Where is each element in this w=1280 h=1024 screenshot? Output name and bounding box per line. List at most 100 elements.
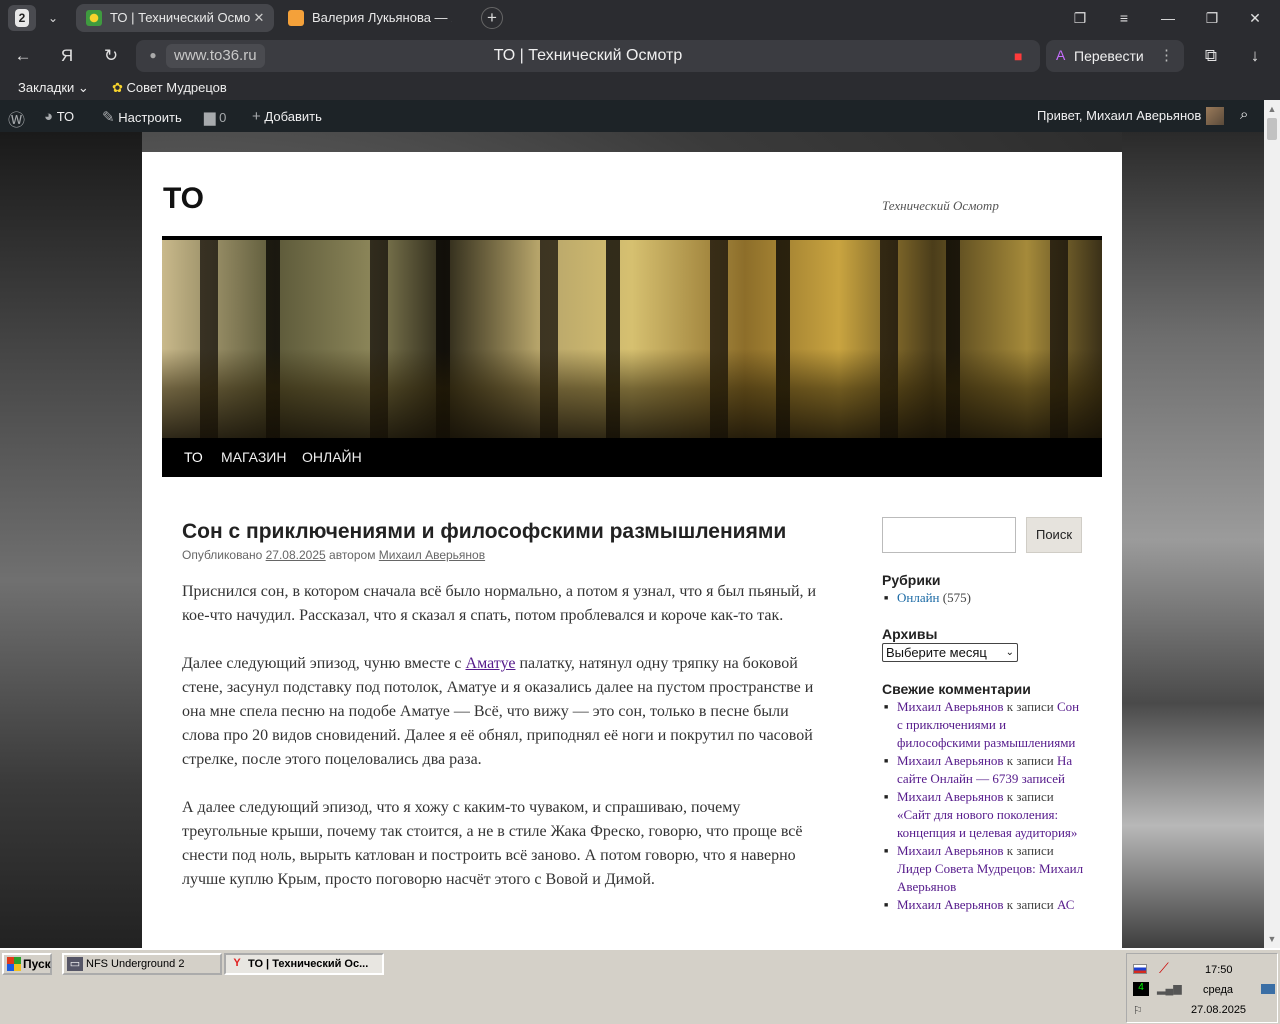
- network-signal-icon[interactable]: ▂▄▆: [1157, 982, 1182, 995]
- restore-icon[interactable]: ❐: [1200, 8, 1224, 28]
- comment-author-link[interactable]: Михаил Аверьянов: [897, 897, 1004, 912]
- back-arrow-icon[interactable]: ←: [10, 44, 36, 68]
- brush-icon: ✎: [102, 109, 115, 126]
- translate-icon: A: [1056, 47, 1066, 63]
- comment-post-link[interactable]: «Сайт для нового поколения: концепция и …: [897, 807, 1077, 840]
- show-desktop-icon[interactable]: [1261, 984, 1275, 994]
- task-label: NFS Underground 2: [86, 958, 185, 970]
- list-item: Михаил Аверьянов к записи Лидер Совета М…: [882, 842, 1084, 896]
- tab-inactive[interactable]: Валерия Лукьянова — Я: [278, 4, 474, 32]
- meta-prefix: Опубликовано: [182, 548, 263, 562]
- scroll-up-icon[interactable]: ▲: [1264, 102, 1280, 116]
- admin-site-link[interactable]: ◕ ТО: [44, 108, 74, 125]
- add-new-link[interactable]: + Добавить: [252, 108, 322, 125]
- start-button[interactable]: Пуск: [2, 953, 52, 975]
- bookmarks-bar: Закладки ⌄ ✿ Совет Мудрецов: [0, 76, 1280, 100]
- comments-link[interactable]: ▆ 0: [204, 108, 226, 126]
- close-window-icon[interactable]: ✕: [1243, 8, 1267, 28]
- translate-label: Перевести: [1074, 48, 1144, 64]
- search-button[interactable]: Поиск: [1026, 517, 1082, 553]
- categories-title: Рубрики: [882, 572, 941, 588]
- clock-weekday: среда: [1203, 984, 1234, 996]
- taskbar: Пуск ▭ NFS Underground 2 Y ТО | Техничес…: [0, 948, 1280, 1024]
- comment-author-link[interactable]: Михаил Аверьянов: [897, 789, 1004, 804]
- windows-logo-icon: [7, 957, 21, 971]
- search-icon[interactable]: ⌕: [1240, 106, 1248, 123]
- monitor-icon[interactable]: 4: [1133, 982, 1149, 996]
- header-image[interactable]: [162, 236, 1102, 438]
- flag-icon[interactable]: ⚐: [1133, 1004, 1143, 1017]
- menu-item-online[interactable]: ОНЛАЙН: [302, 449, 362, 465]
- more-icon[interactable]: ⋮: [1159, 46, 1174, 64]
- post-content: Приснился сон, в котором сначала всё был…: [182, 580, 824, 916]
- comment-post-link[interactable]: АС: [1057, 897, 1074, 912]
- address-bar[interactable]: ● www.to36.ru ТО | Технический Осмотр ■: [136, 40, 1040, 72]
- browser-nav-bar: ← Я ↻ ● www.to36.ru ТО | Технический Осм…: [0, 36, 1280, 76]
- comment-icon: ▆: [204, 109, 216, 126]
- menu-item-to[interactable]: ТО: [184, 449, 203, 465]
- tab-title: Валерия Лукьянова — Я: [312, 10, 452, 25]
- yandex-logo-icon[interactable]: Я: [54, 44, 80, 68]
- paragraph: Приснился сон, в котором сначала всё был…: [182, 583, 817, 624]
- browser-tab-bar: 2 ⌄ ТО | Технический Осмотр ✕ Валерия Лу…: [0, 0, 1280, 36]
- post-author-link[interactable]: Михаил Аверьянов: [379, 548, 485, 562]
- extensions-icon[interactable]: ⧉: [1198, 44, 1224, 68]
- reload-icon[interactable]: ↻: [98, 44, 124, 68]
- bookmark-icon[interactable]: ■: [1014, 48, 1026, 64]
- start-label: Пуск: [23, 957, 51, 971]
- archives-select[interactable]: Выберите месяц ⌄: [882, 643, 1018, 662]
- scroll-thumb[interactable]: [1267, 118, 1277, 140]
- post-title[interactable]: Сон с приключениями и философскими размы…: [182, 520, 822, 544]
- comment-post-link[interactable]: Лидер Совета Мудрецов: Михаил Аверьянов: [897, 861, 1083, 894]
- categories-list: Онлайн (575): [882, 589, 1084, 607]
- bookmarks-menu-label: Закладки: [18, 80, 75, 95]
- language-flag-icon[interactable]: [1133, 964, 1147, 974]
- comment-author-link[interactable]: Михаил Аверьянов: [897, 843, 1004, 858]
- plus-icon: +: [252, 108, 261, 125]
- account-greeting[interactable]: Привет, Михаил Аверьянов: [1037, 108, 1201, 123]
- close-icon[interactable]: ✕: [250, 9, 268, 27]
- comment-to: к записи: [1006, 789, 1054, 804]
- paragraph-text: Далее следующий эпизод, чуню вместе с: [182, 655, 466, 672]
- clock-time[interactable]: 17:50: [1205, 964, 1233, 976]
- bookmarks-panel-icon[interactable]: ❐: [1068, 8, 1092, 28]
- wp-admin-bar: Ⓦ ◕ ТО ✎ Настроить ▆ 0 + Добавить Привет…: [0, 100, 1264, 132]
- game-icon: ▭: [67, 957, 83, 971]
- minimize-icon[interactable]: —: [1156, 8, 1180, 28]
- menu-icon[interactable]: ≡: [1112, 8, 1136, 28]
- yandex-browser-icon: Y: [233, 957, 241, 969]
- site-title[interactable]: ТО: [163, 182, 204, 216]
- add-new-label: Добавить: [264, 109, 322, 124]
- background-image-right: [1122, 132, 1264, 948]
- sun-favicon-icon: ✿: [112, 80, 123, 95]
- comment-author-link[interactable]: Михаил Аверьянов: [897, 753, 1004, 768]
- list-item: Михаил Аверьянов к записи АС: [882, 896, 1084, 914]
- bookmark-sovet-mudrecov[interactable]: ✿ Совет Мудрецов: [112, 80, 227, 96]
- customize-link[interactable]: ✎ Настроить: [102, 108, 182, 126]
- taskbar-item-nfs[interactable]: ▭ NFS Underground 2: [62, 953, 222, 975]
- menu-item-magazin[interactable]: МАГАЗИН: [221, 449, 286, 465]
- avatar[interactable]: [1206, 107, 1224, 125]
- page-scrollbar[interactable]: ▲ ▼: [1264, 100, 1280, 948]
- taskbar-item-browser[interactable]: Y ТО | Технический Ос...: [224, 953, 384, 975]
- antivirus-icon[interactable]: ⟋: [1159, 960, 1169, 977]
- recent-comments-title: Свежие комментарии: [882, 681, 1031, 697]
- recent-comments-list: Михаил Аверьянов к записи Сон с приключе…: [882, 698, 1084, 914]
- post-meta: Опубликовано 27.08.2025 автором Михаил А…: [182, 548, 485, 562]
- bookmarks-menu[interactable]: Закладки ⌄: [18, 80, 89, 96]
- wordpress-logo-icon[interactable]: Ⓦ: [8, 106, 25, 131]
- amatue-link[interactable]: Аматуе: [466, 655, 516, 672]
- chevron-down-icon[interactable]: ⌄: [42, 8, 64, 28]
- task-label: ТО | Технический Ос...: [248, 958, 369, 970]
- tab-active[interactable]: ТО | Технический Осмотр ✕: [76, 4, 274, 32]
- translate-button[interactable]: A Перевести ⋮: [1046, 40, 1184, 72]
- search-input[interactable]: [882, 517, 1016, 553]
- category-link[interactable]: Онлайн: [897, 590, 940, 605]
- comment-author-link[interactable]: Михаил Аверьянов: [897, 699, 1004, 714]
- tab-count-button[interactable]: 2: [8, 5, 36, 31]
- system-tray: ⟋ 4 ▂▄▆ ⚐ 17:50 среда 27.08.2025: [1126, 953, 1278, 1023]
- download-icon[interactable]: ↓: [1242, 44, 1268, 68]
- new-tab-button[interactable]: +: [481, 7, 503, 29]
- post-date-link[interactable]: 27.08.2025: [266, 548, 326, 562]
- scroll-down-icon[interactable]: ▼: [1264, 932, 1280, 946]
